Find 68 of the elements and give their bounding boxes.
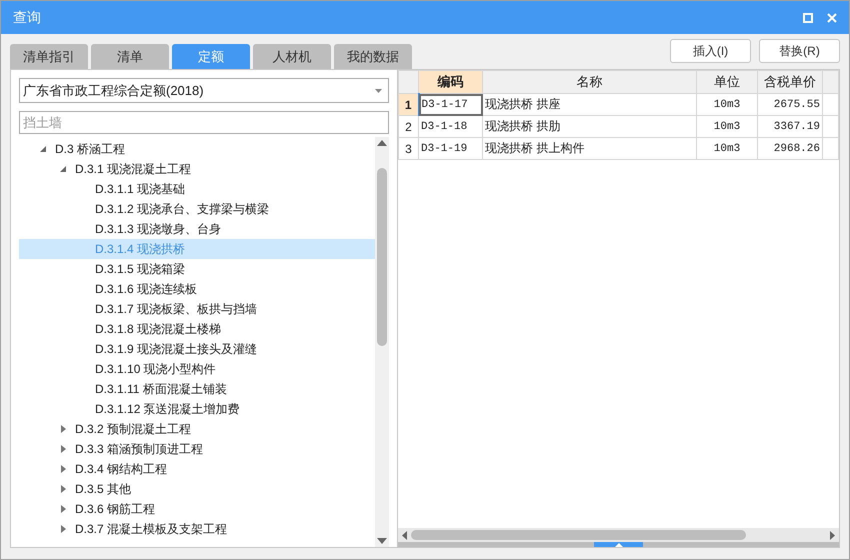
table-cell: D3-1-19 — [418, 138, 482, 160]
table-cell: 10m3 — [696, 138, 758, 160]
expanded-triangle-icon[interactable] — [59, 165, 67, 173]
scroll-up-icon[interactable] — [377, 140, 387, 146]
scrollbar-thumb[interactable] — [377, 168, 387, 346]
tab[interactable]: 我的数据 — [334, 44, 412, 69]
tree-item[interactable]: D.3.3 箱涵预制顶进工程 — [19, 439, 375, 459]
tree-item[interactable]: D.3.1.10 现浇小型构件 — [19, 359, 375, 379]
splitter-handle[interactable] — [594, 542, 643, 547]
dropdown-caret-icon[interactable] — [375, 88, 382, 92]
collapsed-triangle-icon[interactable] — [59, 445, 67, 453]
collapsed-triangle-icon[interactable] — [59, 485, 67, 493]
tree-item[interactable]: D.3.1.8 现浇混凝土楼梯 — [19, 319, 375, 339]
column-header[interactable]: 单位 — [696, 70, 758, 94]
table-cell: D3-1-18 — [418, 116, 482, 138]
search-field[interactable]: 挡土墙 — [19, 111, 389, 134]
collapsed-triangle-icon[interactable] — [59, 425, 67, 433]
tree-item[interactable]: D.3 桥涵工程 — [19, 139, 375, 159]
column-header[interactable]: 名称 — [482, 70, 696, 94]
tree-item[interactable]: D.3.1.3 现浇墩身、台身 — [19, 219, 375, 239]
table-cell: 3367.19 — [758, 116, 822, 138]
action-button[interactable]: 替换(R) — [759, 39, 840, 63]
tree-item[interactable]: D.3.1.1 现浇基础 — [19, 179, 375, 199]
collapsed-triangle-icon[interactable] — [59, 505, 67, 513]
maximize-icon[interactable] — [803, 12, 813, 22]
table-cell: 2675.55 — [758, 94, 822, 116]
table-cell: 现浇拱桥 拱座 — [482, 94, 696, 116]
library-dropdown[interactable]: 广东省市政工程综合定额(2018) — [19, 78, 389, 103]
tree-item[interactable]: D.3.1.7 现浇板梁、板拱与挡墙 — [19, 299, 375, 319]
table-cell: 现浇拱桥 拱上构件 — [482, 138, 696, 160]
table-cell: D3-1-17 — [418, 94, 482, 116]
scroll-left-icon[interactable] — [402, 530, 407, 540]
scroll-down-icon[interactable] — [377, 538, 387, 544]
expanded-triangle-icon[interactable] — [39, 145, 47, 153]
tree-item[interactable]: D.3.1.5 现浇箱梁 — [19, 259, 375, 279]
tree-item[interactable]: D.3.1.6 现浇连续板 — [19, 279, 375, 299]
collapsed-triangle-icon[interactable] — [59, 465, 67, 473]
table-cell: 2968.26 — [758, 138, 822, 160]
tab[interactable]: 清单 — [91, 44, 169, 69]
row-number[interactable]: 1 — [398, 94, 418, 116]
column-header[interactable]: 编码 — [418, 70, 482, 94]
tree-item[interactable]: D.3.1.2 现浇承台、支撑梁与横梁 — [19, 199, 375, 219]
tree-item[interactable]: D.3.2 预制混凝土工程 — [19, 419, 375, 439]
table-cell: 现浇拱桥 拱肋 — [482, 116, 696, 138]
scroll-right-icon[interactable] — [830, 530, 835, 540]
tree-item[interactable]: D.3.7 混凝土模板及支架工程 — [19, 519, 375, 539]
tree-item[interactable]: D.3.6 钢筋工程 — [19, 499, 375, 519]
scrollbar-thumb[interactable] — [411, 530, 746, 540]
row-number[interactable]: 3 — [398, 138, 418, 160]
vertical-scrollbar[interactable] — [375, 137, 389, 547]
tree-item[interactable]: D.3.1.9 现浇混凝土接头及灌缝 — [19, 339, 375, 359]
tree-item[interactable]: D.3.5 其他 — [19, 479, 375, 499]
tab[interactable]: 清单指引 — [10, 44, 88, 69]
close-icon[interactable] — [827, 12, 837, 22]
tree-item[interactable]: D.3.1 现浇混凝土工程 — [19, 159, 375, 179]
table-cell: 10m3 — [696, 116, 758, 138]
window-title: 查询 — [13, 8, 41, 26]
column-header[interactable]: 含税单价 — [758, 70, 822, 94]
horizontal-scrollbar[interactable] — [398, 528, 839, 542]
collapsed-triangle-icon[interactable] — [59, 525, 67, 533]
tab[interactable]: 人材机 — [253, 44, 331, 69]
tree-item[interactable]: D.3.1.12 泵送混凝土增加费 — [19, 399, 375, 419]
header-corner — [398, 70, 418, 94]
action-button[interactable]: 插入(I) — [670, 39, 751, 63]
tree-item[interactable]: D.3.4 钢结构工程 — [19, 459, 375, 479]
tree-item[interactable]: D.3.1.11 桥面混凝土铺装 — [19, 379, 375, 399]
table-cell: 10m3 — [696, 94, 758, 116]
row-number[interactable]: 2 — [398, 116, 418, 138]
